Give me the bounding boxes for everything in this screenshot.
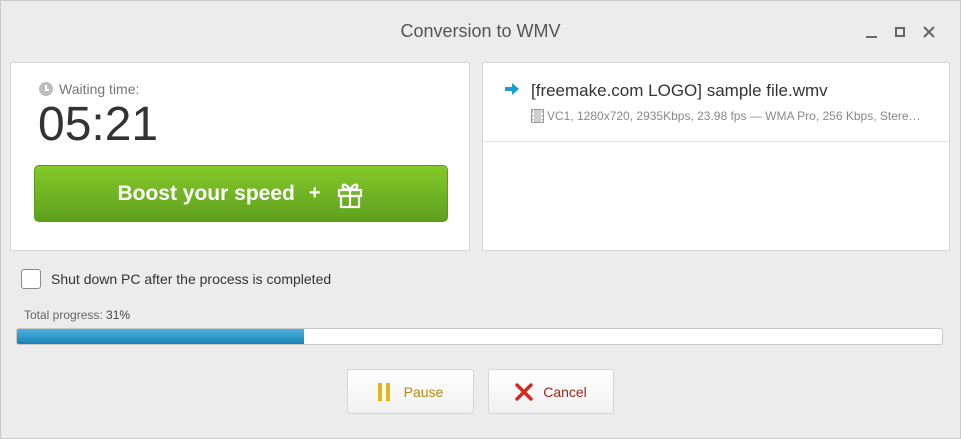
arrow-right-icon: [505, 83, 519, 95]
cancel-label: Cancel: [543, 383, 587, 400]
shutdown-checkbox[interactable]: [21, 269, 41, 289]
waiting-time-value: 05:21: [38, 98, 159, 151]
minimize-icon: [865, 36, 877, 38]
conversion-window: Conversion to WMV Waiting time: 05:21 Bo…: [0, 0, 961, 439]
minimize-button[interactable]: [860, 21, 882, 43]
clock-icon: [39, 82, 53, 96]
total-progress-fill: [17, 329, 304, 344]
close-button[interactable]: [918, 21, 940, 43]
pause-icon: [377, 382, 390, 401]
maximize-button[interactable]: [889, 21, 911, 43]
boost-speed-label: Boost your speed: [117, 181, 295, 205]
total-progress-percent: 31%: [106, 308, 131, 322]
waiting-time-label-row: Waiting time:: [39, 81, 139, 97]
total-progress-label: Total progress:: [24, 308, 103, 322]
waiting-time-label: Waiting time:: [59, 81, 140, 97]
shutdown-label: Shut down PC after the process is comple…: [51, 271, 332, 287]
close-icon: [923, 26, 935, 38]
total-progress-bar: [16, 328, 943, 345]
boost-plus-sign: +: [308, 182, 321, 204]
file-name: [freemake.com LOGO] sample file.wmv: [531, 81, 828, 100]
waiting-panel: Waiting time: 05:21 Boost your speed +: [10, 62, 470, 251]
window-title: Conversion to WMV: [400, 21, 561, 41]
boost-speed-button[interactable]: Boost your speed +: [34, 165, 448, 222]
file-meta: VC1, 1280x720, 2935Kbps, 23.98 fps — WMA…: [547, 109, 921, 123]
cancel-button[interactable]: Cancel: [488, 369, 614, 414]
pause-label: Pause: [403, 383, 444, 400]
film-icon: [531, 109, 544, 123]
pause-button[interactable]: Pause: [347, 369, 474, 414]
title-bar: Conversion to WMV: [1, 1, 960, 63]
total-progress-label-row: Total progress: 31%: [24, 308, 130, 322]
file-list-divider: [483, 141, 949, 142]
file-meta-row: VC1, 1280x720, 2935Kbps, 23.98 fps — WMA…: [531, 109, 931, 123]
cancel-x-icon: [515, 382, 533, 401]
shutdown-option[interactable]: Shut down PC after the process is comple…: [21, 269, 331, 289]
gift-icon: [337, 183, 362, 208]
file-list-panel: [freemake.com LOGO] sample file.wmv VC1,…: [482, 62, 950, 251]
maximize-icon: [895, 27, 905, 37]
